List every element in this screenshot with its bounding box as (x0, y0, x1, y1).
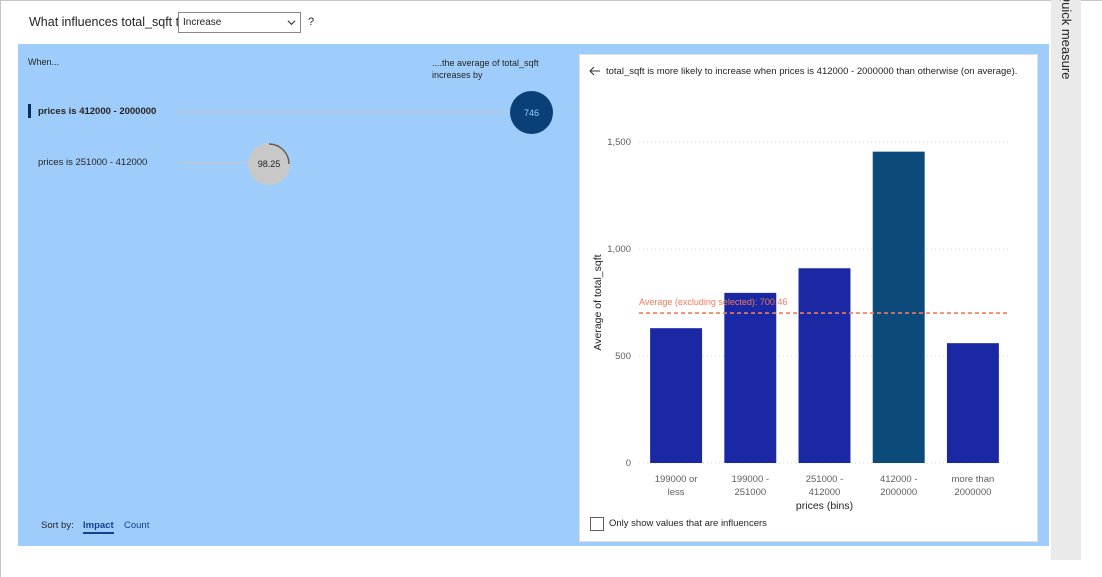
y-tick-label: 0 (626, 458, 631, 469)
selected-row-indicator (28, 104, 31, 118)
chevron-down-icon (287, 20, 296, 26)
back-arrow-icon[interactable] (589, 65, 601, 77)
influencer-bar-line (178, 111, 518, 113)
x-tick-label: 251000 - (806, 474, 844, 485)
sort-impact-option[interactable]: Impact (83, 520, 114, 534)
y-tick-label: 500 (615, 351, 631, 362)
influencer-row-label[interactable]: prices is 251000 - 412000 (38, 157, 147, 168)
influencer-bubble[interactable]: 746 (510, 91, 553, 134)
influencer-row-label[interactable]: prices is 412000 - 2000000 (38, 106, 156, 117)
sort-count-option[interactable]: Count (124, 520, 149, 531)
question-prefix: What influences total_sqft to (29, 15, 187, 29)
x-tick-label: 412000 (809, 487, 841, 498)
x-tick-label: 251000 (734, 487, 766, 498)
x-tick-label: 412000 - (880, 474, 918, 485)
bar (946, 343, 999, 463)
bar-chart: 0 500 1,000 1,500 Average of total_sqft 19900… (592, 137, 1010, 512)
x-tick-label: 2000000 (954, 487, 991, 498)
bar (798, 268, 851, 463)
x-tick-label: 199000 or (655, 474, 698, 485)
influencer-bar-line (178, 162, 258, 164)
count-ring-icon (268, 143, 290, 165)
influencers-only-checkbox[interactable] (590, 517, 604, 531)
quick-measure-title[interactable]: Quick measure (1059, 0, 1074, 79)
window-border-top (0, 0, 1102, 1)
x-tick-label: more than (952, 474, 995, 485)
y-axis-label: Average of total_sqft (592, 254, 604, 350)
influencer-value: 746 (523, 107, 540, 118)
x-axis-label: prices (bins) (796, 500, 853, 512)
y-tick-label: 1,500 (607, 137, 631, 148)
increase-decrease-dropdown[interactable]: Increase (178, 12, 301, 33)
question-suffix: ? (308, 16, 315, 28)
bar (724, 292, 777, 463)
bar (650, 328, 703, 463)
x-tick-label: 2000000 (880, 487, 917, 498)
sort-by-label: Sort by: (41, 520, 74, 531)
column-header-when: When... (28, 57, 60, 67)
window-border-left (0, 0, 1, 577)
quick-measure-pane[interactable] (1051, 0, 1081, 560)
detail-card-title: total_sqft is more likely to increase wh… (606, 66, 1018, 77)
dropdown-value: Increase (183, 17, 222, 28)
influencers-only-label: Only show values that are influencers (609, 518, 767, 529)
reference-line-label: Average (excluding selected): 700.46 (639, 297, 787, 307)
bar (872, 151, 925, 463)
x-tick-label: less (668, 487, 685, 498)
x-tick-label: 199000 - (732, 474, 770, 485)
column-header-average: ....the average of total_sqft increases … (432, 58, 539, 80)
y-tick-label: 1,000 (607, 244, 631, 255)
